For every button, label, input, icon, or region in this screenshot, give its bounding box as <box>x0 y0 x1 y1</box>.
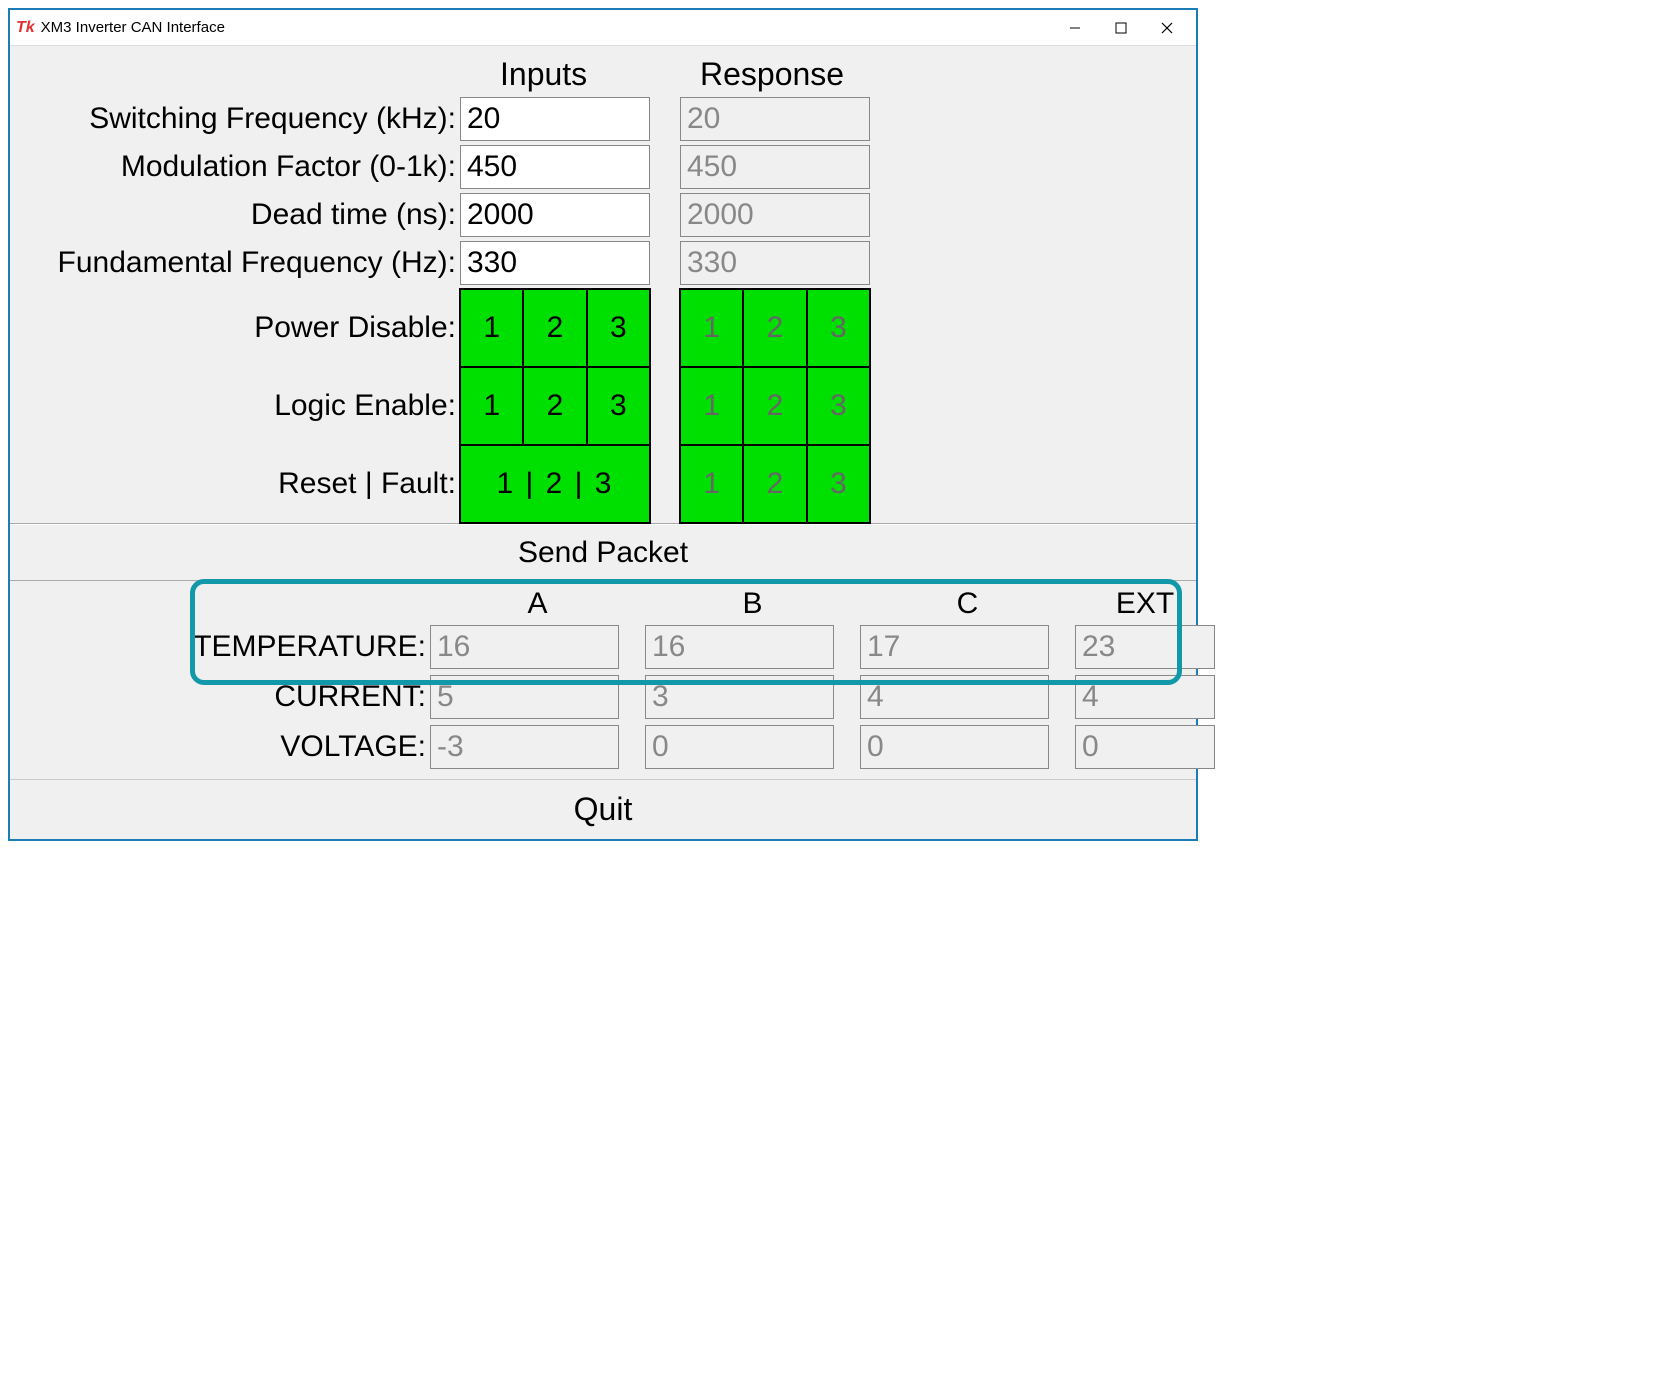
logic-enable-resp-2: 2 <box>742 366 807 446</box>
row-current: CURRENT: <box>30 675 1176 719</box>
reset-fault-in-combined[interactable]: 1 | 2 | 3 <box>459 444 651 524</box>
tk-icon: Tk <box>16 19 35 37</box>
label-voltage: VOLTAGE: <box>30 730 430 764</box>
reset-fault-response-grid: 1 2 3 <box>680 445 870 523</box>
window-title: XM3 Inverter CAN Interface <box>41 19 1052 36</box>
titlebar: Tk XM3 Inverter CAN Interface <box>10 10 1196 46</box>
label-reset-fault: Reset | Fault: <box>30 467 460 501</box>
input-modulation[interactable] <box>460 145 650 189</box>
row-power-disable: Power Disable: 1 2 3 1 2 3 <box>30 289 1176 367</box>
reset-fault-resp-3: 3 <box>806 444 871 524</box>
current-ext <box>1075 675 1215 719</box>
voltage-c <box>860 725 1049 769</box>
quit-button[interactable]: Quit <box>10 779 1196 839</box>
label-fundamental: Fundamental Frequency (Hz): <box>30 246 460 280</box>
current-a <box>430 675 619 719</box>
row-voltage: VOLTAGE: <box>30 725 1176 769</box>
current-b <box>645 675 834 719</box>
close-button[interactable] <box>1144 12 1190 44</box>
reset-fault-input-grid: 1 | 2 | 3 <box>460 445 650 523</box>
logic-enable-response-grid: 1 2 3 <box>680 367 870 445</box>
app-window: Tk XM3 Inverter CAN Interface Inputs Res… <box>8 8 1198 841</box>
logic-enable-resp-3: 3 <box>806 366 871 446</box>
param-section: Inputs Response Switching Frequency (kHz… <box>10 46 1196 523</box>
power-disable-input-grid: 1 2 3 <box>460 289 650 367</box>
readings-headers: A B C EXT <box>30 587 1176 621</box>
reset-fault-resp-1: 1 <box>679 444 744 524</box>
voltage-ext <box>1075 725 1215 769</box>
power-disable-in-2[interactable]: 2 <box>522 288 587 368</box>
voltage-a <box>430 725 619 769</box>
input-switching-freq[interactable] <box>460 97 650 141</box>
row-temperature: TEMPERATURE: <box>30 625 1176 669</box>
response-header: Response <box>680 56 870 93</box>
row-reset-fault: Reset | Fault: 1 | 2 | 3 1 2 3 <box>30 445 1176 523</box>
logic-enable-in-2[interactable]: 2 <box>522 366 587 446</box>
voltage-b <box>645 725 834 769</box>
power-disable-resp-1: 1 <box>679 288 744 368</box>
logic-enable-resp-1: 1 <box>679 366 744 446</box>
temperature-a <box>430 625 619 669</box>
readings-section: A B C EXT TEMPERATURE: CURRENT: VOL <box>10 581 1196 769</box>
col-a-header: A <box>430 587 645 621</box>
logic-enable-in-3[interactable]: 3 <box>586 366 651 446</box>
window-controls <box>1052 12 1190 44</box>
send-row: Send Packet <box>10 523 1196 581</box>
power-disable-resp-2: 2 <box>742 288 807 368</box>
response-switching-freq <box>680 97 870 141</box>
response-fundamental <box>680 241 870 285</box>
current-c <box>860 675 1049 719</box>
response-dead-time <box>680 193 870 237</box>
response-modulation <box>680 145 870 189</box>
label-power-disable: Power Disable: <box>30 311 460 345</box>
label-temperature: TEMPERATURE: <box>30 630 430 664</box>
input-dead-time[interactable] <box>460 193 650 237</box>
maximize-button[interactable] <box>1098 12 1144 44</box>
power-disable-resp-3: 3 <box>806 288 871 368</box>
row-fundamental: Fundamental Frequency (Hz): <box>30 241 1176 285</box>
logic-enable-in-1[interactable]: 1 <box>459 366 524 446</box>
send-packet-button[interactable]: Send Packet <box>10 524 1196 580</box>
row-switching-freq: Switching Frequency (kHz): <box>30 97 1176 141</box>
input-fundamental[interactable] <box>460 241 650 285</box>
col-b-header: B <box>645 587 860 621</box>
logic-enable-input-grid: 1 2 3 <box>460 367 650 445</box>
label-logic-enable: Logic Enable: <box>30 389 460 423</box>
col-c-header: C <box>860 587 1075 621</box>
label-switching-freq: Switching Frequency (kHz): <box>30 102 460 136</box>
power-disable-in-1[interactable]: 1 <box>459 288 524 368</box>
column-headers: Inputs Response <box>30 56 1176 93</box>
power-disable-response-grid: 1 2 3 <box>680 289 870 367</box>
label-current: CURRENT: <box>30 680 430 714</box>
temperature-b <box>645 625 834 669</box>
row-dead-time: Dead time (ns): <box>30 193 1176 237</box>
temperature-c <box>860 625 1049 669</box>
row-logic-enable: Logic Enable: 1 2 3 1 2 3 <box>30 367 1176 445</box>
inputs-header: Inputs <box>460 56 650 93</box>
col-ext-header: EXT <box>1075 587 1215 621</box>
temperature-ext <box>1075 625 1215 669</box>
reset-fault-resp-2: 2 <box>742 444 807 524</box>
minimize-button[interactable] <box>1052 12 1098 44</box>
content: Inputs Response Switching Frequency (kHz… <box>10 46 1196 839</box>
row-modulation: Modulation Factor (0-1k): <box>30 145 1176 189</box>
power-disable-in-3[interactable]: 3 <box>586 288 651 368</box>
label-dead-time: Dead time (ns): <box>30 198 460 232</box>
label-modulation: Modulation Factor (0-1k): <box>30 150 460 184</box>
